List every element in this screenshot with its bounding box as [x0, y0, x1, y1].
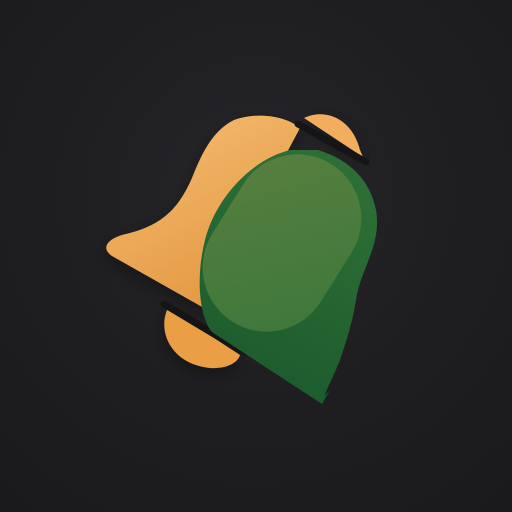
app-icon-canvas [0, 0, 512, 512]
bell-icon [106, 114, 378, 404]
